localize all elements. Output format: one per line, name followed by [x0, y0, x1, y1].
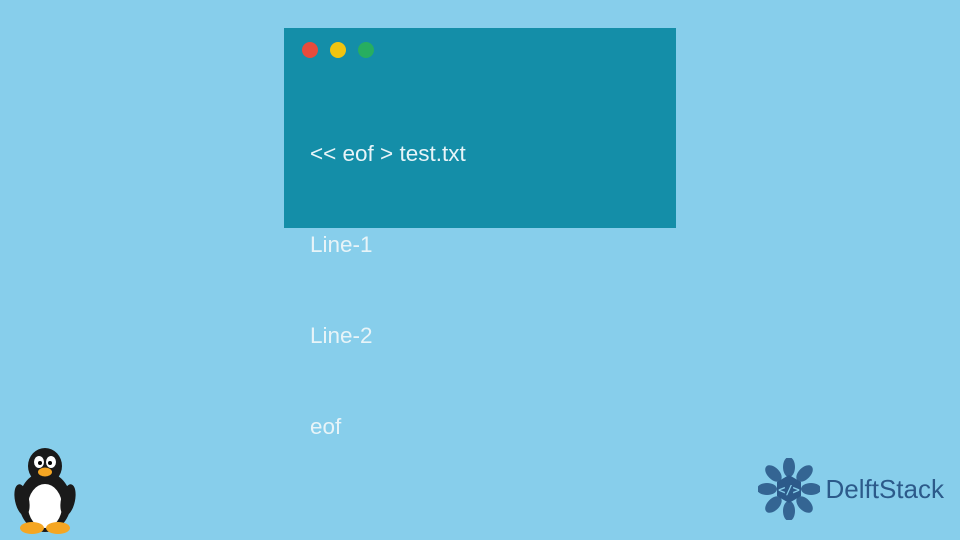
brand-name: DelftStack — [826, 474, 945, 505]
maximize-icon[interactable] — [358, 42, 374, 58]
window-controls — [302, 42, 658, 58]
delftstack-logo-icon: </> — [758, 458, 820, 520]
code-line: Line-1 — [310, 230, 658, 260]
minimize-icon[interactable] — [330, 42, 346, 58]
code-line: << eof > test.txt — [310, 139, 658, 169]
close-icon[interactable] — [302, 42, 318, 58]
code-block: << eof > test.txt Line-1 Line-2 eof — [302, 78, 658, 503]
tux-penguin-icon — [6, 444, 84, 534]
brand: </> DelftStack — [758, 458, 945, 520]
svg-text:</>: </> — [778, 483, 800, 497]
code-line: Line-2 — [310, 321, 658, 351]
terminal-window: << eof > test.txt Line-1 Line-2 eof — [284, 28, 676, 228]
code-line: eof — [310, 412, 658, 442]
